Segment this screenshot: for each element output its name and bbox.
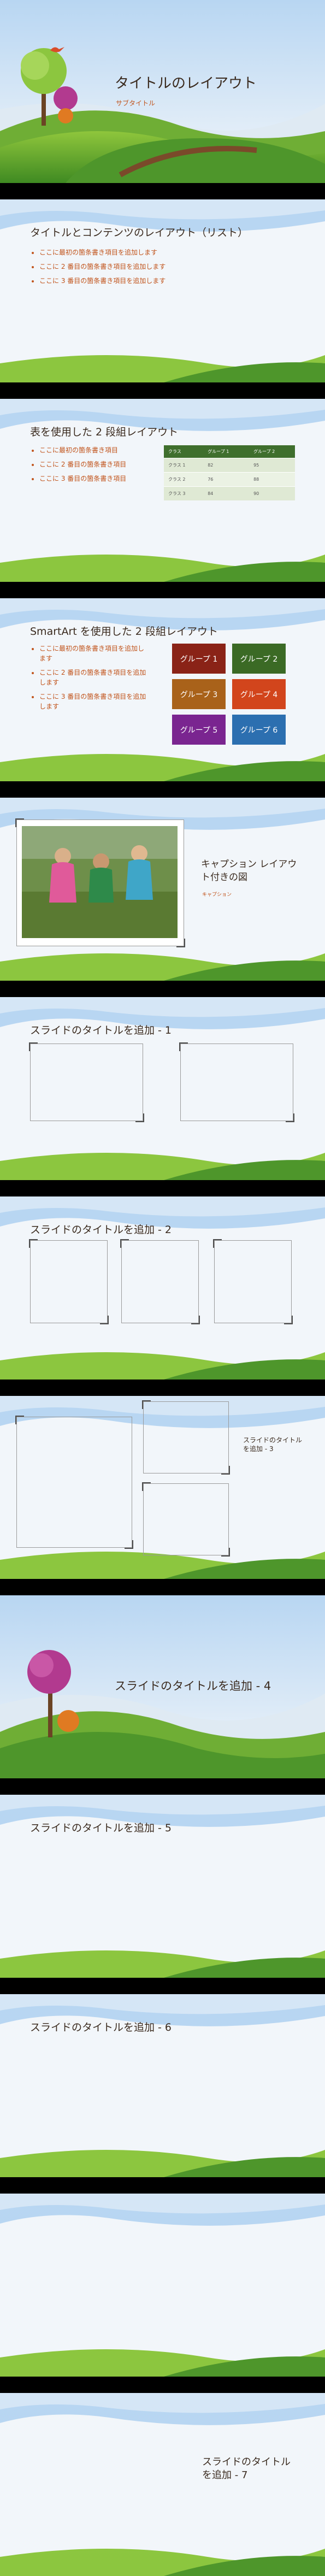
slide-11[interactable]: スライドのタイトルを追加 - 6 (0, 1994, 325, 2177)
slide-title[interactable]: スライドのタイトルを追加 - 4 (115, 1677, 271, 1694)
slide-2[interactable]: タイトルとコンテンツのレイアウト（リスト） ここに最初の箇条書き項目を追加します… (0, 199, 325, 382)
table-row[interactable]: クラス 1 82 95 (164, 458, 295, 473)
smartart-shape[interactable]: グループ 6 (232, 715, 286, 745)
slide-title[interactable]: スライドのタイトルを追加 - 7 (202, 2456, 295, 2482)
table-cell: 88 (249, 472, 295, 487)
list-item[interactable]: ここに 3 番目の箇条書き項目 (39, 474, 126, 484)
list-item[interactable]: ここに 3 番目の箇条書き項目を追加します (39, 692, 146, 711)
tree-illustration-icon (27, 1650, 79, 1737)
bullet-list[interactable]: ここに最初の箇条書き項目を追加します ここに 2 番目の箇条書き項目を追加します… (32, 247, 166, 290)
content-placeholder[interactable] (15, 1416, 133, 1549)
slide-title[interactable]: 表を使用した 2 段組レイアウト (30, 424, 178, 439)
list-item[interactable]: ここに最初の箇条書き項目を追加します (39, 247, 166, 257)
background-art (0, 2194, 325, 2377)
bullet-list[interactable]: ここに最初の箇条書き項目 ここに 2 番目の箇条書き項目 ここに 3 番目の箇条… (32, 445, 126, 488)
list-item[interactable]: ここに 2 番目の箇条書き項目を追加します (39, 668, 146, 687)
table-header: クラス (164, 445, 204, 458)
table-header: グループ 1 (203, 445, 250, 458)
content-placeholder[interactable] (120, 1239, 200, 1324)
slide-4[interactable]: SmartArt を使用した 2 段組レイアウト ここに最初の箇条書き項目を追加… (0, 598, 325, 781)
slide-title[interactable]: スライドのタイトルを追加 - 1 (30, 1022, 172, 1037)
slide-subtitle[interactable]: サブタイトル (116, 98, 155, 108)
slide-3[interactable]: 表を使用した 2 段組レイアウト ここに最初の箇条書き項目 ここに 2 番目の箇… (0, 399, 325, 582)
content-placeholder[interactable] (179, 1042, 294, 1122)
list-item[interactable]: ここに 3 番目の箇条書き項目を追加します (39, 276, 166, 286)
bullet-list[interactable]: ここに最初の箇条書き項目を追加します ここに 2 番目の箇条書き項目を追加します… (32, 644, 146, 716)
content-placeholder[interactable] (29, 1239, 109, 1324)
slide-6[interactable]: スライドのタイトルを追加 - 1 (0, 997, 325, 1180)
slide-title[interactable]: スライドのタイトルを追加 - 6 (30, 2019, 172, 2034)
list-item[interactable]: ここに最初の箇条書き項目 (39, 445, 126, 455)
data-table[interactable]: クラス グループ 1 グループ 2 クラス 1 82 95 クラス 2 76 8… (164, 445, 295, 500)
table-cell: クラス 1 (164, 458, 204, 473)
slide-1[interactable]: タイトルのレイアウト サブタイトル (0, 0, 325, 183)
table-cell: 82 (203, 458, 250, 473)
slide-7[interactable]: スライドのタイトルを追加 - 2 (0, 1196, 325, 1380)
slide-title[interactable]: スライドのタイトルを追加 - 2 (30, 1222, 172, 1236)
slide-9[interactable]: スライドのタイトルを追加 - 4 (0, 1595, 325, 1778)
content-placeholder[interactable] (142, 1400, 230, 1475)
table-header: グループ 2 (249, 445, 295, 458)
slide-title[interactable]: スライドのタイトルを追加 - 3 (243, 1436, 303, 1453)
table-cell: クラス 3 (164, 486, 204, 500)
tree-illustration-icon (21, 48, 78, 126)
smartart-shape[interactable]: グループ 2 (232, 644, 286, 674)
table-cell: 76 (203, 472, 250, 487)
table-row[interactable]: クラス 2 76 88 (164, 472, 295, 487)
list-item[interactable]: ここに 2 番目の箇条書き項目を追加します (39, 262, 166, 272)
slide-8[interactable]: スライドのタイトルを追加 - 3 (0, 1396, 325, 1579)
slide-12[interactable] (0, 2194, 325, 2377)
slide-10[interactable]: スライドのタイトルを追加 - 5 (0, 1795, 325, 1978)
smartart-shape[interactable]: グループ 3 (172, 679, 226, 709)
table-cell: クラス 2 (164, 472, 204, 487)
slide-title[interactable]: タイトルとコンテンツのレイアウト（リスト） (30, 225, 248, 239)
list-item[interactable]: ここに最初の箇条書き項目を追加します (39, 644, 146, 663)
table-cell: 90 (249, 486, 295, 500)
slide-title[interactable]: スライドのタイトルを追加 - 5 (30, 1820, 172, 1835)
list-item[interactable]: ここに 2 番目の箇条書き項目 (39, 459, 126, 469)
table-row[interactable]: クラス 3 84 90 (164, 486, 295, 500)
background-art (0, 2393, 325, 2576)
smartart-shape[interactable]: グループ 5 (172, 715, 226, 745)
slide-5[interactable]: キャプション レイアウト付きの図 キャプション (0, 798, 325, 981)
content-placeholder[interactable] (142, 1482, 230, 1557)
bird-icon (50, 47, 64, 52)
slide-title[interactable]: タイトルのレイアウト (115, 72, 257, 92)
table-cell: 95 (249, 458, 295, 473)
smartart-shape[interactable]: グループ 4 (232, 679, 286, 709)
caption-text[interactable]: キャプション (202, 891, 232, 898)
caption-title[interactable]: キャプション レイアウト付きの図 (201, 858, 305, 884)
content-placeholder[interactable] (213, 1239, 293, 1324)
content-placeholder[interactable] (29, 1042, 144, 1122)
smartart-shape[interactable]: グループ 1 (172, 644, 226, 674)
slide-13[interactable]: スライドのタイトルを追加 - 7 (0, 2393, 325, 2576)
table-cell: 84 (203, 486, 250, 500)
children-photo[interactable] (22, 826, 178, 938)
slide-title[interactable]: SmartArt を使用した 2 段組レイアウト (30, 623, 218, 638)
